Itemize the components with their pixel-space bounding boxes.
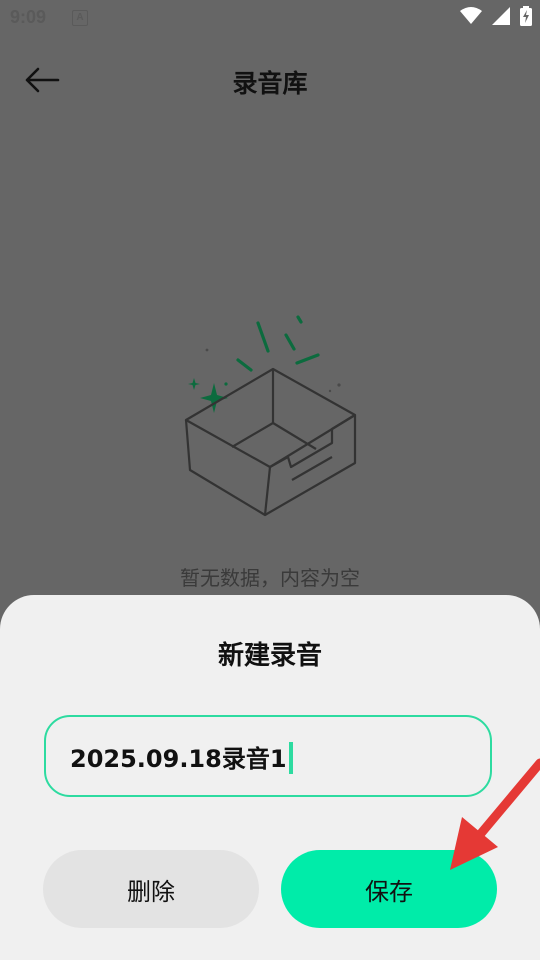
status-bar: 9:09 A <box>0 0 540 36</box>
status-icons <box>460 6 532 26</box>
signal-icon <box>492 7 510 25</box>
wifi-icon <box>460 7 482 24</box>
app-header: 录音库 <box>0 50 540 110</box>
empty-state-message: 暂无数据，内容为空 <box>180 566 360 590</box>
recording-name-input[interactable]: 2025.09.18录音1 <box>70 739 293 776</box>
dialog-title: 新建录音 <box>217 641 322 671</box>
empty-box-icon <box>184 315 357 517</box>
notification-a-icon: A <box>72 10 88 26</box>
recording-name-field[interactable]: 2025.09.18录音1 <box>44 715 492 797</box>
battery-icon <box>520 6 532 26</box>
text-cursor <box>288 742 293 774</box>
recording-name-value: 2025.09.18录音1 <box>70 745 287 773</box>
annotation-arrow-icon <box>450 758 540 870</box>
page-title: 录音库 <box>232 69 308 98</box>
status-time: 9:09 <box>10 7 47 27</box>
delete-button[interactable]: 删除 <box>43 850 259 928</box>
